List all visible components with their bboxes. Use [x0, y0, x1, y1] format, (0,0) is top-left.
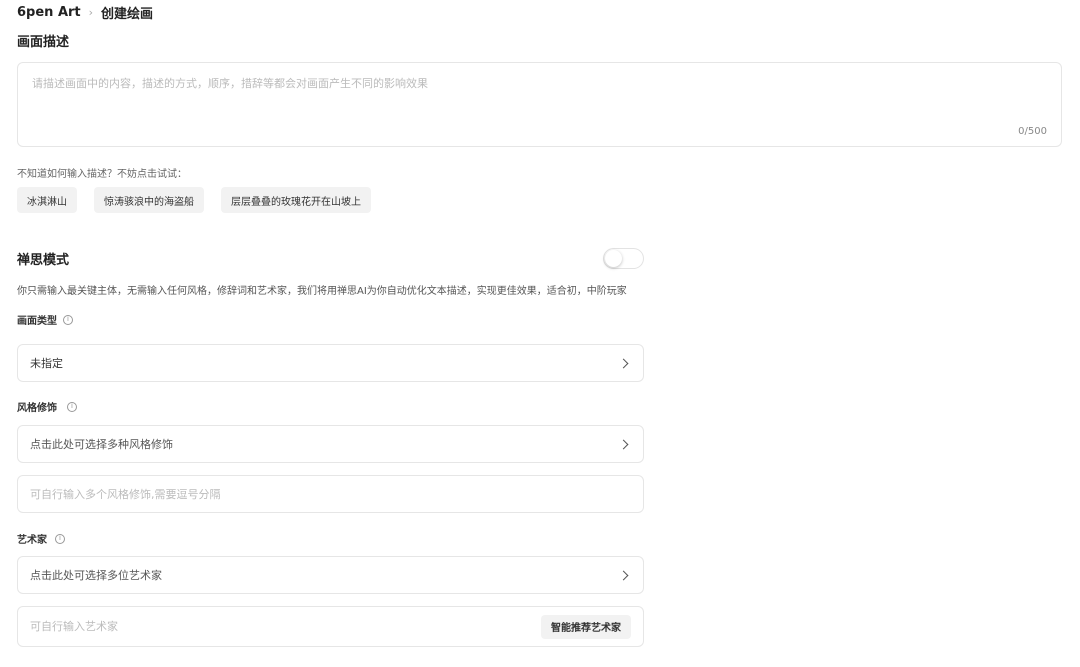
style-input[interactable]: [30, 487, 631, 501]
info-icon[interactable]: i: [67, 401, 77, 412]
prompt-char-counter: 0/500: [1018, 126, 1047, 137]
image-type-value: 未指定: [30, 357, 63, 370]
artist-select[interactable]: 点击此处可选择多位艺术家: [17, 556, 644, 594]
style-label-text: 风格修饰: [17, 403, 57, 414]
suggestion-chip[interactable]: 层层叠叠的玫瑰花开在山坡上: [221, 187, 371, 213]
toggle-knob: [605, 250, 622, 267]
style-select-text: 点击此处可选择多种风格修饰: [30, 438, 173, 451]
image-type-select[interactable]: 未指定: [17, 344, 644, 382]
zen-mode-description: 你只需输入最关键主体，无需输入任何风格，修辞词和艺术家，我们将用禅思AI为你自动…: [17, 286, 627, 297]
artist-input[interactable]: [30, 620, 541, 633]
create-painting-page: 6pen Art › 创建绘画 画面描述 0/500 不知道如何输入描述？不妨点…: [0, 0, 1080, 667]
zen-mode-toggle[interactable]: [603, 248, 644, 269]
artist-input-row: 智能推荐艺术家: [17, 606, 644, 647]
breadcrumb-current: 创建绘画: [101, 7, 154, 22]
style-select[interactable]: 点击此处可选择多种风格修饰: [17, 425, 644, 463]
chevron-right-icon: [618, 439, 629, 449]
prompt-textarea[interactable]: [18, 63, 1061, 146]
info-icon[interactable]: i: [63, 314, 73, 325]
prompt-box: 0/500: [17, 62, 1062, 147]
chevron-right-icon: [618, 358, 629, 368]
chevron-right-icon: [618, 570, 629, 580]
image-type-label-text: 画面类型: [17, 316, 57, 327]
breadcrumb-app-link[interactable]: 6pen Art: [17, 5, 81, 20]
suggestion-chip[interactable]: 冰淇淋山: [17, 187, 77, 213]
zen-mode-title: 禅思模式: [17, 253, 70, 268]
info-icon[interactable]: i: [55, 533, 65, 544]
breadcrumb: 6pen Art › 创建绘画: [17, 3, 153, 22]
suggestion-hint: 不知道如何输入描述？不妨点击试试：: [17, 169, 187, 180]
image-type-label: 画面类型 i: [17, 312, 73, 327]
artist-select-text: 点击此处可选择多位艺术家: [30, 569, 162, 582]
style-label: 风格修饰 i: [17, 399, 77, 414]
suggestion-chips: 冰淇淋山 惊涛骇浪中的海盗船 层层叠叠的玫瑰花开在山坡上: [17, 187, 371, 213]
suggestion-chip[interactable]: 惊涛骇浪中的海盗船: [94, 187, 204, 213]
prompt-section-title: 画面描述: [17, 35, 70, 50]
style-input-row: [17, 475, 644, 513]
artist-label: 艺术家 i: [17, 531, 65, 546]
recommend-artist-button[interactable]: 智能推荐艺术家: [541, 614, 631, 639]
breadcrumb-separator-icon: ›: [88, 6, 94, 19]
artist-label-text: 艺术家: [17, 535, 47, 546]
